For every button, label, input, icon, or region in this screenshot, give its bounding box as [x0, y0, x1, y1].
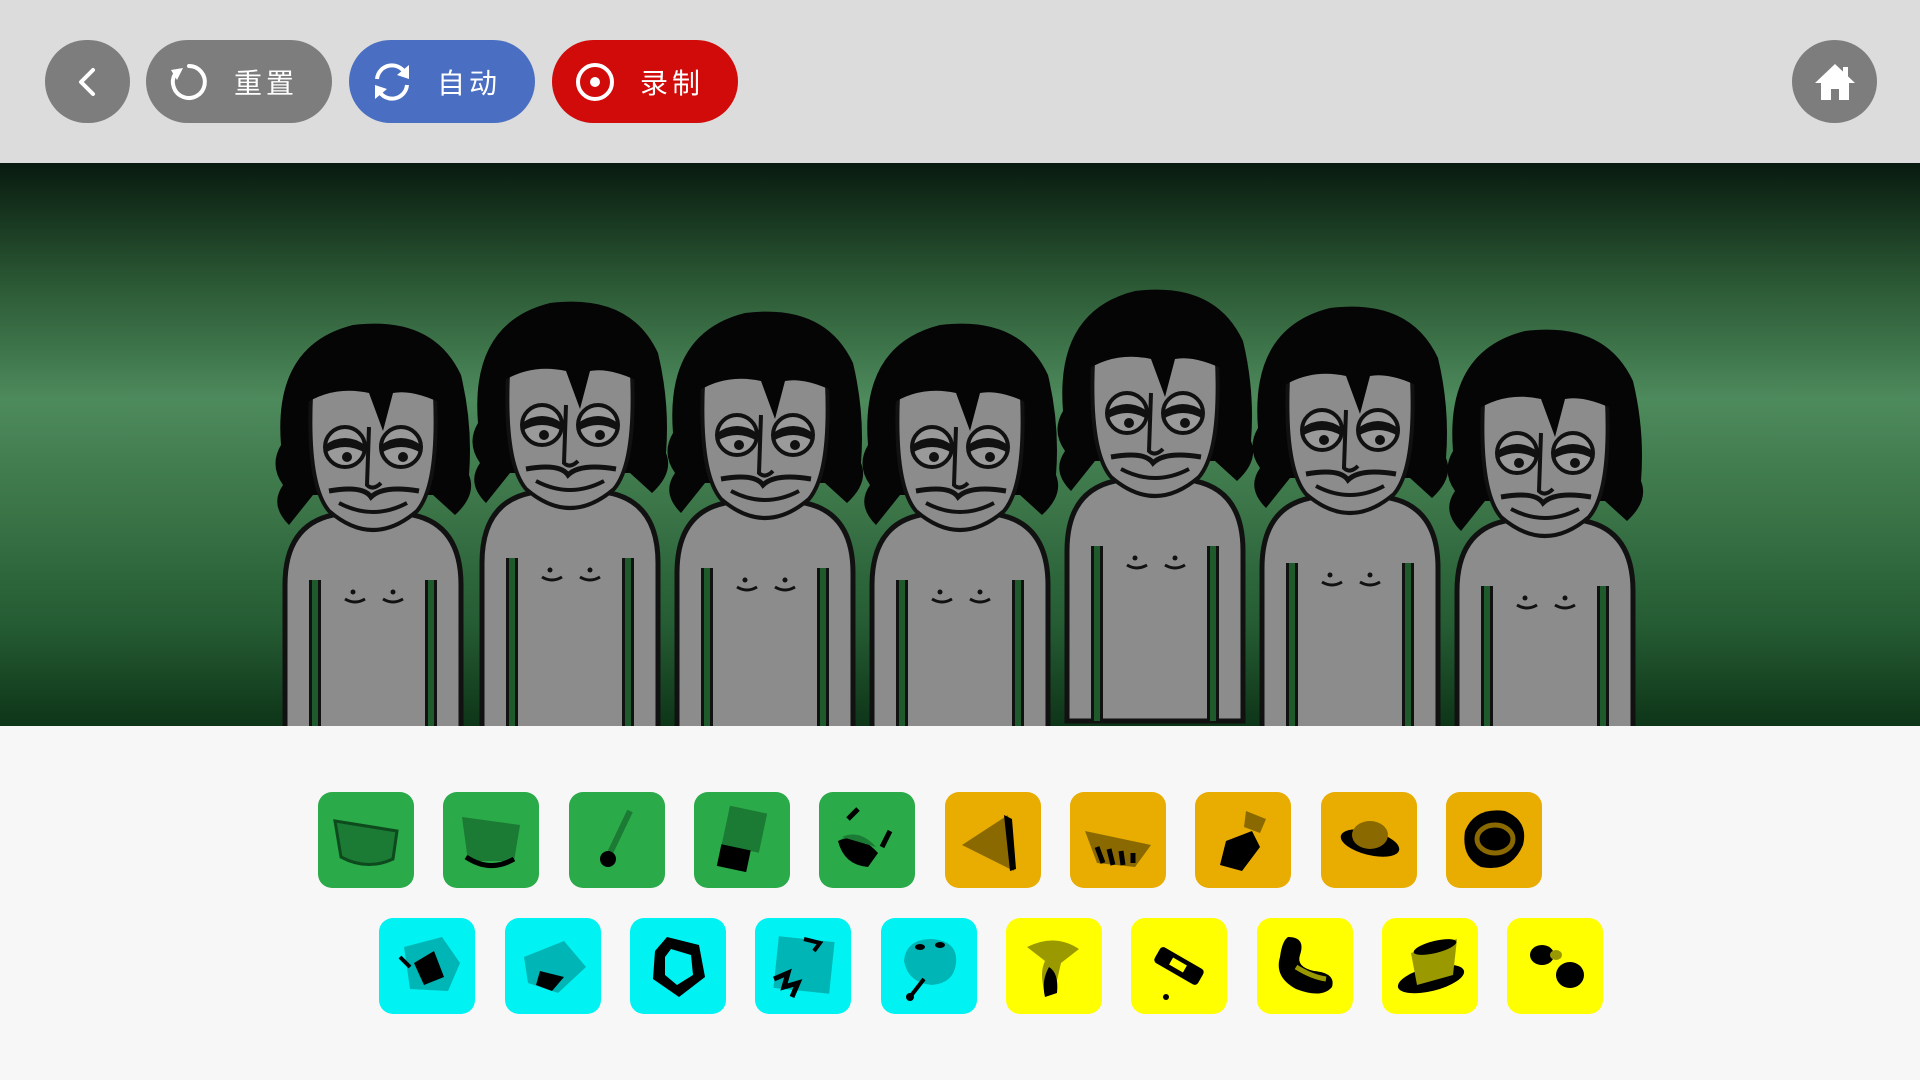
yellow-sound-2-icon	[1154, 947, 1204, 1000]
palette-slot-green-4[interactable]	[694, 792, 790, 888]
character-4[interactable]	[862, 324, 1058, 726]
back-button[interactable]	[45, 40, 130, 123]
sync-icon	[369, 59, 415, 105]
palette-slot-green-5[interactable]	[819, 792, 915, 888]
cyan-sound-4-icon	[773, 936, 835, 998]
home-button[interactable]	[1792, 40, 1877, 123]
reset-label: 重置	[234, 66, 299, 100]
sound-palette	[0, 726, 1920, 1080]
orange-sound-2-icon	[1085, 831, 1151, 867]
yellow-sound-5-icon	[1530, 945, 1584, 988]
palette-slot-green-1[interactable]	[318, 792, 414, 888]
palette-slot-cyan-5[interactable]	[881, 918, 977, 1014]
character-2[interactable]	[472, 302, 668, 726]
palette-slot-cyan-3[interactable]	[630, 918, 726, 1014]
chevron-left-icon	[78, 67, 95, 96]
palette-slot-green-2[interactable]	[443, 792, 539, 888]
character-stage	[0, 163, 1920, 726]
character-6[interactable]	[1252, 307, 1448, 726]
palette-slot-cyan-4[interactable]	[755, 918, 851, 1014]
yellow-sound-4-icon	[1397, 939, 1465, 994]
palette-slot-yellow-3[interactable]	[1257, 918, 1353, 1014]
green-sound-4-icon	[716, 805, 768, 873]
palette-slot-yellow-1[interactable]	[1006, 918, 1102, 1014]
cyan-sound-2-icon	[524, 941, 586, 993]
palette-slot-yellow-4[interactable]	[1382, 918, 1478, 1014]
green-sound-2-icon	[462, 817, 520, 868]
palette-slot-orange-2[interactable]	[1070, 792, 1166, 888]
orange-sound-3-icon	[1220, 811, 1266, 871]
cyan-sound-5-icon	[904, 939, 957, 1001]
orange-sound-1-icon	[962, 815, 1016, 871]
record-label: 录制	[640, 66, 705, 100]
reset-icon	[166, 59, 212, 105]
auto-button[interactable]: 自动	[349, 40, 535, 123]
palette-slot-cyan-1[interactable]	[379, 918, 475, 1014]
character-3[interactable]	[667, 312, 863, 726]
palette-slot-orange-4[interactable]	[1321, 792, 1417, 888]
character-1[interactable]	[275, 324, 471, 726]
stage-canvas	[0, 163, 1920, 726]
orange-sound-4-icon	[1340, 821, 1400, 857]
top-toolbar: 重置 自动 录制	[0, 0, 1920, 163]
green-sound-1-icon	[333, 819, 399, 866]
palette-slot-green-3[interactable]	[569, 792, 665, 888]
reset-button[interactable]: 重置	[146, 40, 332, 123]
cyan-sound-3-icon	[653, 937, 705, 997]
yellow-sound-3-icon	[1278, 937, 1333, 994]
green-sound-3-icon	[600, 809, 633, 867]
palette-slot-orange-5[interactable]	[1446, 792, 1542, 888]
record-icon	[572, 59, 618, 105]
palette-slot-orange-3[interactable]	[1195, 792, 1291, 888]
home-icon	[1814, 63, 1855, 100]
character-5[interactable]	[1057, 290, 1253, 721]
palette-slot-cyan-2[interactable]	[505, 918, 601, 1014]
palette-slot-yellow-5[interactable]	[1507, 918, 1603, 1014]
green-sound-5-icon	[838, 807, 893, 867]
yellow-sound-1-icon	[1027, 940, 1079, 997]
palette-slot-orange-1[interactable]	[945, 792, 1041, 888]
character-7[interactable]	[1447, 330, 1643, 726]
palette-slot-yellow-2[interactable]	[1131, 918, 1227, 1014]
record-button[interactable]: 录制	[552, 40, 738, 123]
cyan-sound-1-icon	[398, 937, 460, 991]
orange-sound-5-icon	[1464, 810, 1525, 869]
auto-label: 自动	[437, 66, 502, 100]
